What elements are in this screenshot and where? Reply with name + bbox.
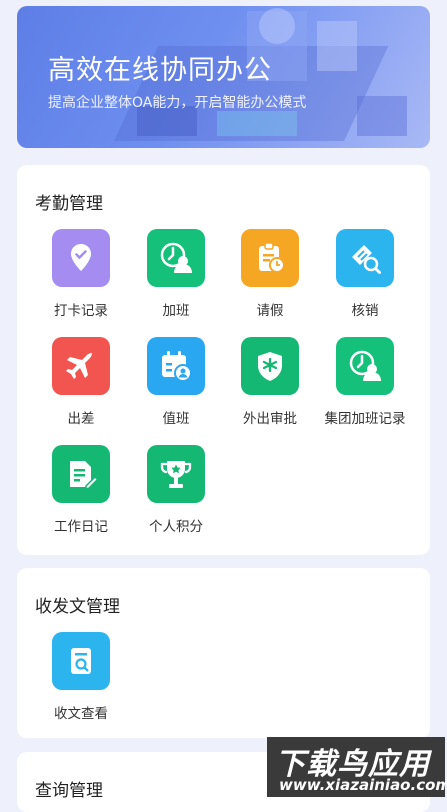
site-watermark: 下载鸟应用 www.xiazainiao.com <box>267 737 447 797</box>
clock-person-icon <box>147 229 205 287</box>
banner-title: 高效在线协同办公 <box>48 55 272 86</box>
airplane-icon <box>52 337 110 395</box>
clock-person-icon <box>336 337 394 395</box>
tile-label: 核销 <box>351 303 379 319</box>
watermark-url: www.xiazainiao.com <box>279 776 447 794</box>
document-pen-icon <box>52 445 110 503</box>
tile-label: 外出审批 <box>243 411 297 427</box>
tile-label: 收文查看 <box>54 706 108 722</box>
tile-personal-points[interactable]: 个人积分 <box>131 445 221 535</box>
tile-label: 集团加班记录 <box>324 411 406 427</box>
attendance-section: 考勤管理 打卡记录 加班 请假 核销 出差 值班 外出审批 集团加班记录 工作日… <box>17 165 430 555</box>
section-title: 考勤管理 <box>35 194 103 214</box>
tile-leave[interactable]: 请假 <box>225 229 315 319</box>
tile-label: 打卡记录 <box>54 303 108 319</box>
tile-on-duty[interactable]: 值班 <box>131 337 221 427</box>
section-title: 查询管理 <box>35 781 103 801</box>
calendar-person-icon <box>147 337 205 395</box>
tile-label: 值班 <box>162 411 190 427</box>
hero-banner: 高效在线协同办公 提高企业整体OA能力，开启智能办公模式 <box>17 6 430 148</box>
section-title: 收发文管理 <box>35 597 120 617</box>
tile-label: 加班 <box>162 303 190 319</box>
clipboard-clock-icon <box>241 229 299 287</box>
tile-clock-in-record[interactable]: 打卡记录 <box>36 229 126 319</box>
trophy-icon <box>147 445 205 503</box>
tile-outing-approval[interactable]: 外出审批 <box>225 337 315 427</box>
tile-label: 请假 <box>256 303 284 319</box>
ticket-search-icon <box>336 229 394 287</box>
document-search-icon <box>52 632 110 690</box>
tile-overtime[interactable]: 加班 <box>131 229 221 319</box>
banner-subtitle: 提高企业整体OA能力，开启智能办公模式 <box>48 95 307 111</box>
tile-label: 个人积分 <box>149 519 203 535</box>
tile-business-trip[interactable]: 出差 <box>36 337 126 427</box>
tile-incoming-documents[interactable]: 收文查看 <box>36 632 126 722</box>
tile-group-overtime-record[interactable]: 集团加班记录 <box>320 337 410 427</box>
tile-work-diary[interactable]: 工作日记 <box>36 445 126 535</box>
location-check-icon <box>52 229 110 287</box>
tile-write-off[interactable]: 核销 <box>320 229 410 319</box>
documents-section: 收发文管理 收文查看 <box>17 568 430 738</box>
tile-label: 工作日记 <box>54 519 108 535</box>
shield-star-icon <box>241 337 299 395</box>
tile-label: 出差 <box>67 411 95 427</box>
